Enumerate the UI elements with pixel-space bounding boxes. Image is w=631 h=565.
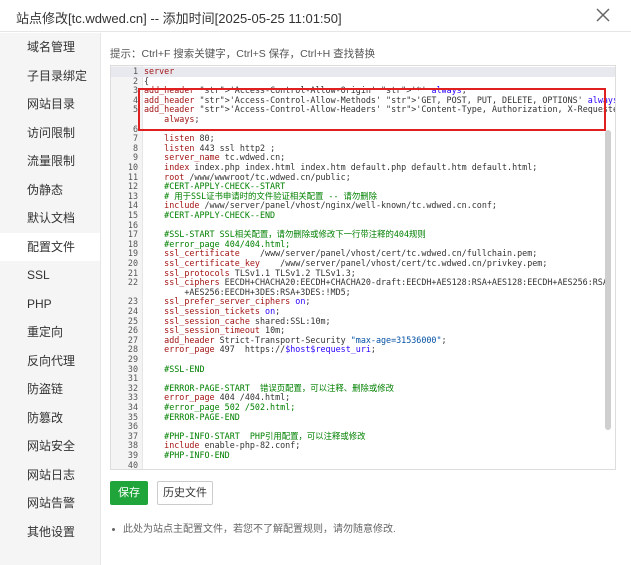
save-button[interactable]: 保存 [110, 481, 148, 505]
code-text: #CERT-APPLY-CHECK--END [144, 210, 276, 220]
sidebar-item[interactable]: 网站安全 [0, 432, 100, 461]
window-title: 站点修改[tc.wdwed.cn] -- 添加时间[2025-05-25 11:… [16, 11, 342, 26]
sidebar-item[interactable]: 流量限制 [0, 147, 100, 176]
code-text: #SSL-END [144, 363, 205, 374]
sidebar-item[interactable]: 反向代理 [0, 347, 100, 376]
sidebar-item[interactable]: 网站日志 [0, 461, 100, 490]
sidebar-item[interactable]: 防盗链 [0, 375, 100, 404]
close-icon [596, 8, 610, 22]
line-number: 22 [127, 277, 138, 288]
sidebar-item[interactable]: 重定向 [0, 318, 100, 347]
highlight-annotation-box [138, 88, 606, 131]
sidebar-item[interactable]: 网站目录 [0, 90, 100, 119]
sidebar: 域名管理 子目录绑定 网站目录 访问限制 流量限制 伪静态 默认文档 配置文件 SSL PHP 重定… [0, 33, 101, 565]
sidebar-item[interactable]: 域名管理 [0, 33, 100, 62]
config-note-text: 此处为站点主配置文件，若您不了解配置规则，请勿随意修改. [123, 524, 396, 535]
code-text: #ERROR-PAGE-END [144, 411, 240, 422]
sidebar-item[interactable]: 配置文件 [0, 232, 100, 261]
window-titlebar: 站点修改[tc.wdwed.cn] -- 添加时间[2025-05-25 11:… [0, 0, 631, 32]
line-number: 5 [132, 104, 138, 115]
code-text: error_page 497 https://$host$request_uri… [164, 344, 376, 355]
sidebar-item[interactable]: PHP [0, 290, 100, 319]
sidebar-item[interactable]: 伪静态 [0, 176, 100, 205]
sidebar-item[interactable]: SSL [0, 261, 100, 290]
code-line: 15 #CERT-APPLY-CHECK--END [111, 210, 615, 221]
editor-scrollbar[interactable] [605, 130, 611, 430]
sidebar-item[interactable]: 访问限制 [0, 119, 100, 148]
config-note: 此处为站点主配置文件，若您不了解配置规则，请勿随意修改. [112, 520, 396, 535]
sidebar-item[interactable]: 默认文档 [0, 204, 100, 233]
bullet-icon [112, 527, 115, 531]
code-text: #PHP-INFO-END [144, 450, 230, 460]
sidebar-item[interactable]: 其他设置 [0, 518, 100, 547]
code-line: 39 #PHP-INFO-END [111, 450, 615, 461]
code-line: 1 server [111, 66, 615, 77]
code-line: 28 error_page 497 https://$host$request_… [111, 345, 615, 355]
editor-tip: 提示：Ctrl+F 搜索关键字，Ctrl+S 保存，Ctrl+H 查找替换 [110, 48, 376, 60]
close-button[interactable] [593, 5, 613, 25]
code-line: 30 #SSL-END [111, 363, 615, 375]
code-line: 35 #ERROR-PAGE-END [111, 411, 615, 423]
code-line: 40 [111, 459, 615, 470]
sidebar-item[interactable]: 子目录绑定 [0, 62, 100, 91]
sidebar-item[interactable]: 防篡改 [0, 404, 100, 433]
line-number: 40 [127, 459, 138, 470]
sidebar-item[interactable]: 网站告警 [0, 489, 100, 518]
history-files-button[interactable]: 历史文件 [157, 481, 213, 505]
